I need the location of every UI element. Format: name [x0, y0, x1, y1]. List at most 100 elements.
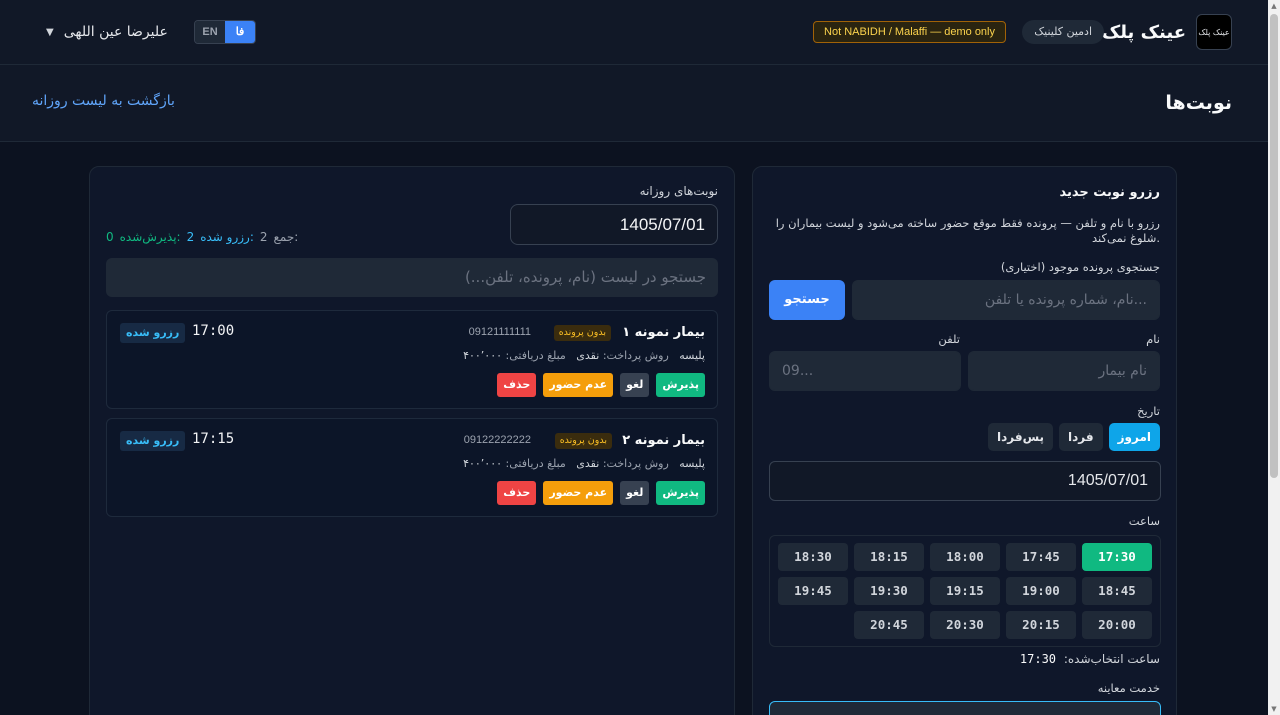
selected-time-value: 17:30: [1019, 652, 1057, 666]
amount: ۴۰۰٬۰۰۰: [463, 349, 503, 362]
time-slot[interactable]: 18:15: [854, 543, 924, 571]
role-badge: ادمین کلینیک: [1022, 20, 1104, 44]
name-input[interactable]: نام بیمار: [968, 351, 1160, 391]
today-button[interactable]: امروز: [1108, 423, 1160, 451]
patient-name: بیمار نمونه ۲: [622, 433, 705, 448]
search-button[interactable]: جستجو: [769, 280, 845, 320]
user-name: علیرضا عین اللهی: [63, 24, 168, 40]
time-slot[interactable]: 18:45: [1082, 577, 1152, 605]
cancel-button[interactable]: لغو: [620, 373, 650, 397]
file-search-input[interactable]: نام، شماره پرونده یا تلفن...: [852, 280, 1160, 320]
payment-label: روش پرداخت:: [602, 457, 669, 470]
appointment-time: 17:15: [192, 431, 235, 447]
page-title: نوبت‌ها: [1165, 92, 1232, 114]
logo-text: عینک پلک: [1198, 27, 1230, 37]
service-select[interactable]: [769, 701, 1161, 715]
search-label: جستجوی پرونده موجود (اختیاری): [1000, 260, 1160, 274]
accept-button[interactable]: پذیرش: [656, 373, 705, 397]
status-badge: رزرو شده: [120, 431, 186, 451]
time-slot[interactable]: 19:15: [930, 577, 1000, 605]
insurance: پلیسه: [679, 457, 705, 470]
daily-stats: جمع: 2 رزرو شده: 2 پذیرش‌شده: 0: [106, 230, 298, 244]
lang-en-button[interactable]: EN: [195, 21, 225, 43]
patient-phone: 09122222222: [463, 434, 531, 446]
time-label: ساعت: [1128, 514, 1160, 528]
appointment-card: بیمار نمونه ۱ بدون پرونده 09121111111 پل…: [106, 310, 718, 409]
name-label: نام: [1146, 332, 1160, 346]
list-search-input[interactable]: جستجو در لیست (نام، پرونده، تلفن...): [106, 258, 718, 297]
amount: ۴۰۰٬۰۰۰: [463, 457, 503, 470]
booked-count: 2: [186, 230, 195, 244]
daily-appointments-panel: نوبت‌های روزانه 1405/07/01 جمع: 2 رزرو ش…: [89, 166, 735, 715]
no-file-badge: بدون پرونده: [553, 325, 611, 341]
cancel-button[interactable]: لغو: [620, 481, 650, 505]
selected-time: ساعت انتخاب‌شده: 17:30: [1020, 652, 1160, 666]
phone-input[interactable]: 09...: [769, 351, 961, 391]
appointment-card: بیمار نمونه ۲ بدون پرونده 09122222222 پل…: [106, 418, 718, 517]
booked-label: رزرو شده:: [200, 230, 254, 244]
payment-method: نقدی: [576, 349, 600, 362]
accepted-label: پذیرش‌شده:: [119, 230, 181, 244]
time-slot[interactable]: 19:45: [778, 577, 848, 605]
date-quick-buttons: امروز فردا پس‌فردا: [987, 423, 1160, 451]
selected-time-label: ساعت انتخاب‌شده:: [1063, 652, 1160, 666]
delete-button[interactable]: حذف: [497, 373, 537, 397]
accept-button[interactable]: پذیرش: [656, 481, 705, 505]
time-slot[interactable]: 20:30: [930, 611, 1000, 639]
payment-label: روش پرداخت:: [602, 349, 669, 362]
patient-name: بیمار نمونه ۱: [622, 325, 705, 340]
top-bar: عینک پلک عینک پلک ادمین کلینیک Not NABID…: [0, 0, 1268, 65]
amount-label: مبلغ دریافتی:: [505, 349, 566, 362]
appointment-actions: پذیرش لغو عدم حضور حذف: [497, 481, 705, 505]
lang-fa-button[interactable]: فا: [225, 21, 255, 43]
status-badge: رزرو شده: [120, 323, 186, 343]
brand[interactable]: عینک پلک عینک پلک: [1102, 13, 1232, 51]
user-menu[interactable]: ▼ علیرضا عین اللهی: [46, 20, 168, 44]
time-slot[interactable]: 20:00: [1082, 611, 1152, 639]
page-scrollbar[interactable]: ▲ ▼: [1268, 0, 1280, 715]
new-booking-panel: رزرو نوبت جدید رزرو با نام و تلفن — پرون…: [752, 166, 1177, 715]
daily-label: نوبت‌های روزانه: [639, 184, 718, 198]
date-label: تاریخ: [1137, 404, 1160, 418]
time-slot[interactable]: 17:45: [1006, 543, 1076, 571]
total-label: جمع:: [273, 230, 299, 244]
daily-date-input[interactable]: 1405/07/01: [510, 204, 718, 245]
booking-date-input[interactable]: 1405/07/01: [769, 461, 1161, 501]
booking-title: رزرو نوبت جدید: [1059, 185, 1160, 200]
accepted-count: 0: [106, 230, 114, 244]
no-show-button[interactable]: عدم حضور: [543, 481, 614, 505]
brand-name: عینک پلک: [1101, 21, 1186, 43]
time-slot[interactable]: 19:00: [1006, 577, 1076, 605]
day-after-tomorrow-button[interactable]: پس‌فردا: [987, 423, 1054, 451]
time-slot[interactable]: 20:15: [1006, 611, 1076, 639]
appointment-details: پلیسه روش پرداخت: نقدی مبلغ دریافتی: ۴۰۰…: [463, 457, 705, 470]
back-to-daily-list-link[interactable]: بازگشت به لیست روزانه: [32, 93, 175, 109]
total-count: 2: [259, 230, 268, 244]
language-switcher: EN فا: [194, 20, 256, 44]
scroll-up-icon[interactable]: ▲: [1270, 2, 1278, 10]
insurance: پلیسه: [679, 349, 705, 362]
time-slot[interactable]: 19:30: [854, 577, 924, 605]
time-slot[interactable]: 18:30: [778, 543, 848, 571]
time-slot[interactable]: 18:00: [930, 543, 1000, 571]
amount-label: مبلغ دریافتی:: [505, 457, 566, 470]
tomorrow-button[interactable]: فردا: [1059, 423, 1103, 451]
scrollbar-thumb[interactable]: [1270, 14, 1278, 478]
clinic-logo: عینک پلک: [1196, 14, 1232, 50]
scroll-down-icon[interactable]: ▼: [1270, 705, 1278, 713]
patient-phone: 09121111111: [468, 326, 531, 338]
booking-description: رزرو با نام و تلفن — پرونده فقط موقع حضو…: [775, 216, 1160, 245]
time-slot-grid: 17:30 17:45 18:00 18:15 18:30 18:45 19:00 19:15…: [769, 535, 1161, 647]
delete-button[interactable]: حذف: [497, 481, 537, 505]
no-show-button[interactable]: عدم حضور: [543, 373, 614, 397]
time-slot[interactable]: 20:45: [854, 611, 924, 639]
appointment-actions: پذیرش لغو عدم حضور حذف: [497, 373, 705, 397]
page-header: نوبت‌ها بازگشت به لیست روزانه: [0, 65, 1268, 142]
no-file-badge: بدون پرونده: [554, 433, 612, 449]
appointment-time: 17:00: [192, 323, 235, 339]
demo-warning-badge: Not NABIDH / Malaffi — demo only: [813, 21, 1006, 43]
service-label: خدمت معاینه: [1097, 681, 1160, 695]
chevron-down-icon: ▼: [46, 26, 54, 38]
time-slot[interactable]: 17:30: [1082, 543, 1152, 571]
phone-label: تلفن: [938, 332, 960, 346]
